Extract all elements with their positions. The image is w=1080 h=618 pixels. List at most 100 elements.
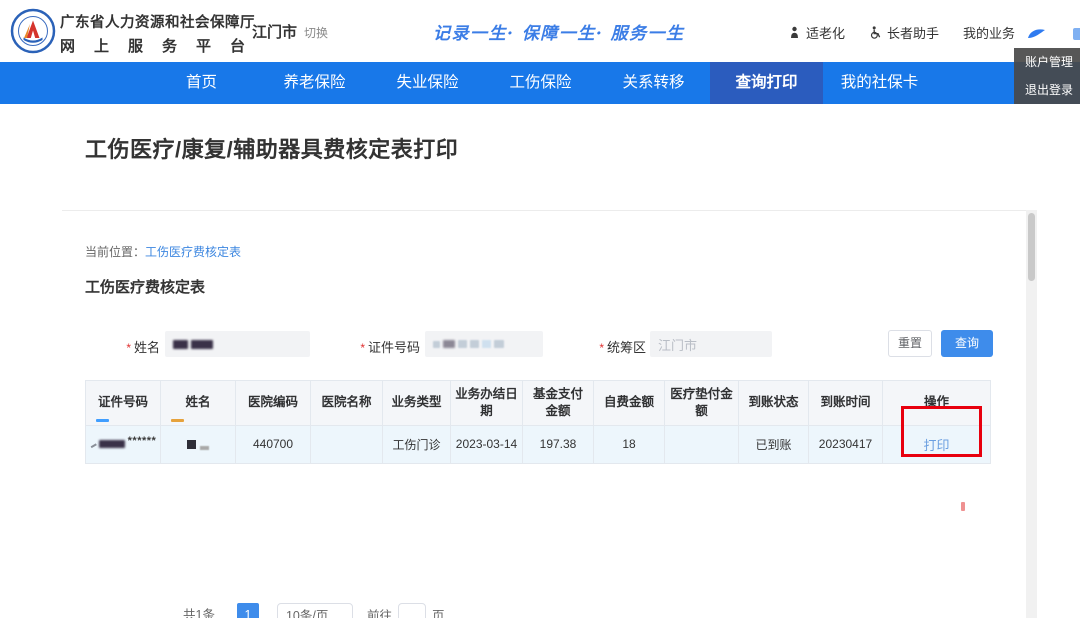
- cell-advance-amount: [665, 425, 739, 463]
- region-value: 江门市: [658, 335, 697, 354]
- redacted-id-block: [494, 340, 504, 348]
- panel-divider: [62, 210, 1026, 211]
- logout-item[interactable]: 退出登录: [1014, 76, 1080, 104]
- top-header: 广东省人力资源和社会保障厅 网上服务平台 江门市切换 记录一生· 保障一生· 服…: [0, 0, 1080, 62]
- cell-arrive-status: 已到账: [739, 425, 809, 463]
- breadcrumb-current-link[interactable]: 工伤医疗费核定表: [145, 245, 241, 259]
- screen: 广东省人力资源和社会保障厅 网上服务平台 江门市切换 记录一生· 保障一生· 服…: [0, 0, 1080, 618]
- red-annotation-box: [901, 406, 982, 457]
- account-manage-item[interactable]: 账户管理: [1014, 48, 1080, 76]
- elder-mode-icon: [788, 26, 801, 39]
- cell-settle-date: 2023-03-14: [451, 425, 523, 463]
- redacted-name-block: [173, 340, 188, 349]
- col-name: 姓名: [161, 381, 236, 426]
- redacted-id-block: [482, 340, 491, 348]
- nav-item-work-injury[interactable]: 工伤保险: [484, 62, 597, 104]
- cell-self-amount: 18: [594, 425, 665, 463]
- cell-hospital-code: 440700: [236, 425, 311, 463]
- nav-item-transfer[interactable]: 关系转移: [597, 62, 710, 104]
- pagination-total: 共1条: [183, 603, 215, 618]
- redacted-name-block: [191, 340, 213, 349]
- main-nav: 首页 养老保险 失业保险 工伤保险 关系转移 查询打印 我的社保卡: [0, 62, 1080, 104]
- my-business-link[interactable]: 我的业务: [963, 23, 1015, 42]
- name-field-label: *姓名: [95, 337, 160, 356]
- header-links: 适老化 长者助手 我的业务: [788, 23, 1015, 42]
- gov-logo-icon: [10, 8, 56, 59]
- col-id-number: 证件号码: [86, 381, 161, 426]
- col-business-type: 业务类型: [383, 381, 451, 426]
- avatar-swoosh-icon[interactable]: [1026, 27, 1048, 46]
- pagination-goto-label: 前往: [367, 603, 392, 618]
- redacted-name-block: [187, 440, 196, 449]
- redacted-id-block: [433, 341, 440, 348]
- city-selector: 江门市切换: [252, 21, 328, 42]
- col-hospital-code: 医院编码: [236, 381, 311, 426]
- col-settle-date: 业务办结日期: [451, 381, 523, 426]
- elder-helper-link[interactable]: 长者助手: [869, 23, 939, 42]
- id-field-label: *证件号码: [350, 337, 420, 356]
- cell-business-type: 工伤门诊: [383, 425, 451, 463]
- region-input[interactable]: 江门市: [650, 331, 772, 357]
- col-advance-amount: 医疗垫付金额: [665, 381, 739, 426]
- redacted-id-block: [470, 340, 479, 348]
- cell-arrive-time: 20230417: [809, 425, 883, 463]
- table-row: ****** 440700 工伤门诊 2023-03-14 197.38 18 …: [86, 425, 991, 463]
- pagination-page-1[interactable]: 1: [237, 603, 259, 618]
- edge-icon-sliver: [1073, 28, 1080, 40]
- col-fund-amount: 基金支付金额: [523, 381, 594, 426]
- cell-id-number: ******: [86, 425, 161, 463]
- account-dropdown: 账户管理 退出登录: [1014, 48, 1080, 104]
- nav-item-query-print[interactable]: 查询打印: [710, 62, 823, 104]
- scrollbar-thumb[interactable]: [1028, 213, 1035, 281]
- col-arrive-time: 到账时间: [809, 381, 883, 426]
- table-header-row: 证件号码 姓名 医院编码 医院名称 业务类型 业务办结日期 基金支付金额 自费金…: [86, 381, 991, 426]
- required-mark: *: [599, 341, 604, 355]
- id-input[interactable]: [425, 331, 543, 357]
- org-name: 广东省人力资源和社会保障厅: [60, 11, 264, 32]
- redacted-name-block: [200, 446, 209, 450]
- cell-fund-amount: 197.38: [523, 425, 594, 463]
- redacted-id-block: [99, 440, 125, 448]
- redacted-id-block: [443, 340, 455, 348]
- section-title: 工伤医疗费核定表: [85, 276, 205, 297]
- redacted-mark: [89, 441, 97, 448]
- region-field-label: *统筹区: [578, 337, 646, 356]
- result-table: 证件号码 姓名 医院编码 医院名称 业务类型 业务办结日期 基金支付金额 自费金…: [85, 380, 991, 464]
- pagination: 共1条 1 10条/页 前往 页: [183, 603, 444, 618]
- sort-indicator: [96, 419, 109, 422]
- current-city: 江门市: [252, 24, 297, 41]
- cell-name: [161, 425, 236, 463]
- col-self-amount: 自费金额: [594, 381, 665, 426]
- reset-button[interactable]: 重置: [888, 330, 932, 357]
- name-input[interactable]: [165, 331, 310, 357]
- required-mark: *: [126, 341, 131, 355]
- my-business-label: 我的业务: [963, 23, 1015, 42]
- nav-item-pension[interactable]: 养老保险: [258, 62, 371, 104]
- nav-item-home[interactable]: 首页: [145, 62, 258, 104]
- sort-indicator: [171, 419, 184, 422]
- slogan: 记录一生· 保障一生· 服务一生: [433, 19, 685, 44]
- nav-item-unemployment[interactable]: 失业保险: [371, 62, 484, 104]
- nav-item-social-card[interactable]: 我的社保卡: [823, 62, 936, 104]
- cell-hospital-name: [311, 425, 383, 463]
- col-hospital-name: 医院名称: [311, 381, 383, 426]
- elder-mode-link[interactable]: 适老化: [788, 23, 845, 42]
- required-mark: *: [360, 341, 365, 355]
- elder-mode-label: 适老化: [806, 23, 845, 42]
- pagination-goto-input[interactable]: [398, 603, 426, 618]
- breadcrumb-label: 当前位置：: [85, 245, 145, 259]
- pagination-page-size-select[interactable]: 10条/页: [277, 603, 353, 618]
- org-title: 广东省人力资源和社会保障厅 网上服务平台: [60, 11, 264, 56]
- elder-helper-label: 长者助手: [887, 23, 939, 42]
- wheelchair-icon: [869, 26, 882, 39]
- masked-digits: ******: [128, 435, 157, 447]
- org-platform: 网上服务平台: [60, 35, 264, 56]
- scrollbar-track[interactable]: [1026, 210, 1037, 618]
- switch-city-link[interactable]: 切换: [304, 26, 328, 40]
- breadcrumb: 当前位置：工伤医疗费核定表: [85, 243, 241, 260]
- red-tick-mark: [961, 502, 965, 511]
- redacted-id-block: [458, 340, 467, 348]
- col-arrive-status: 到账状态: [739, 381, 809, 426]
- search-button[interactable]: 查询: [941, 330, 993, 357]
- page-title: 工伤医疗/康复/辅助器具费核定表打印: [85, 132, 458, 164]
